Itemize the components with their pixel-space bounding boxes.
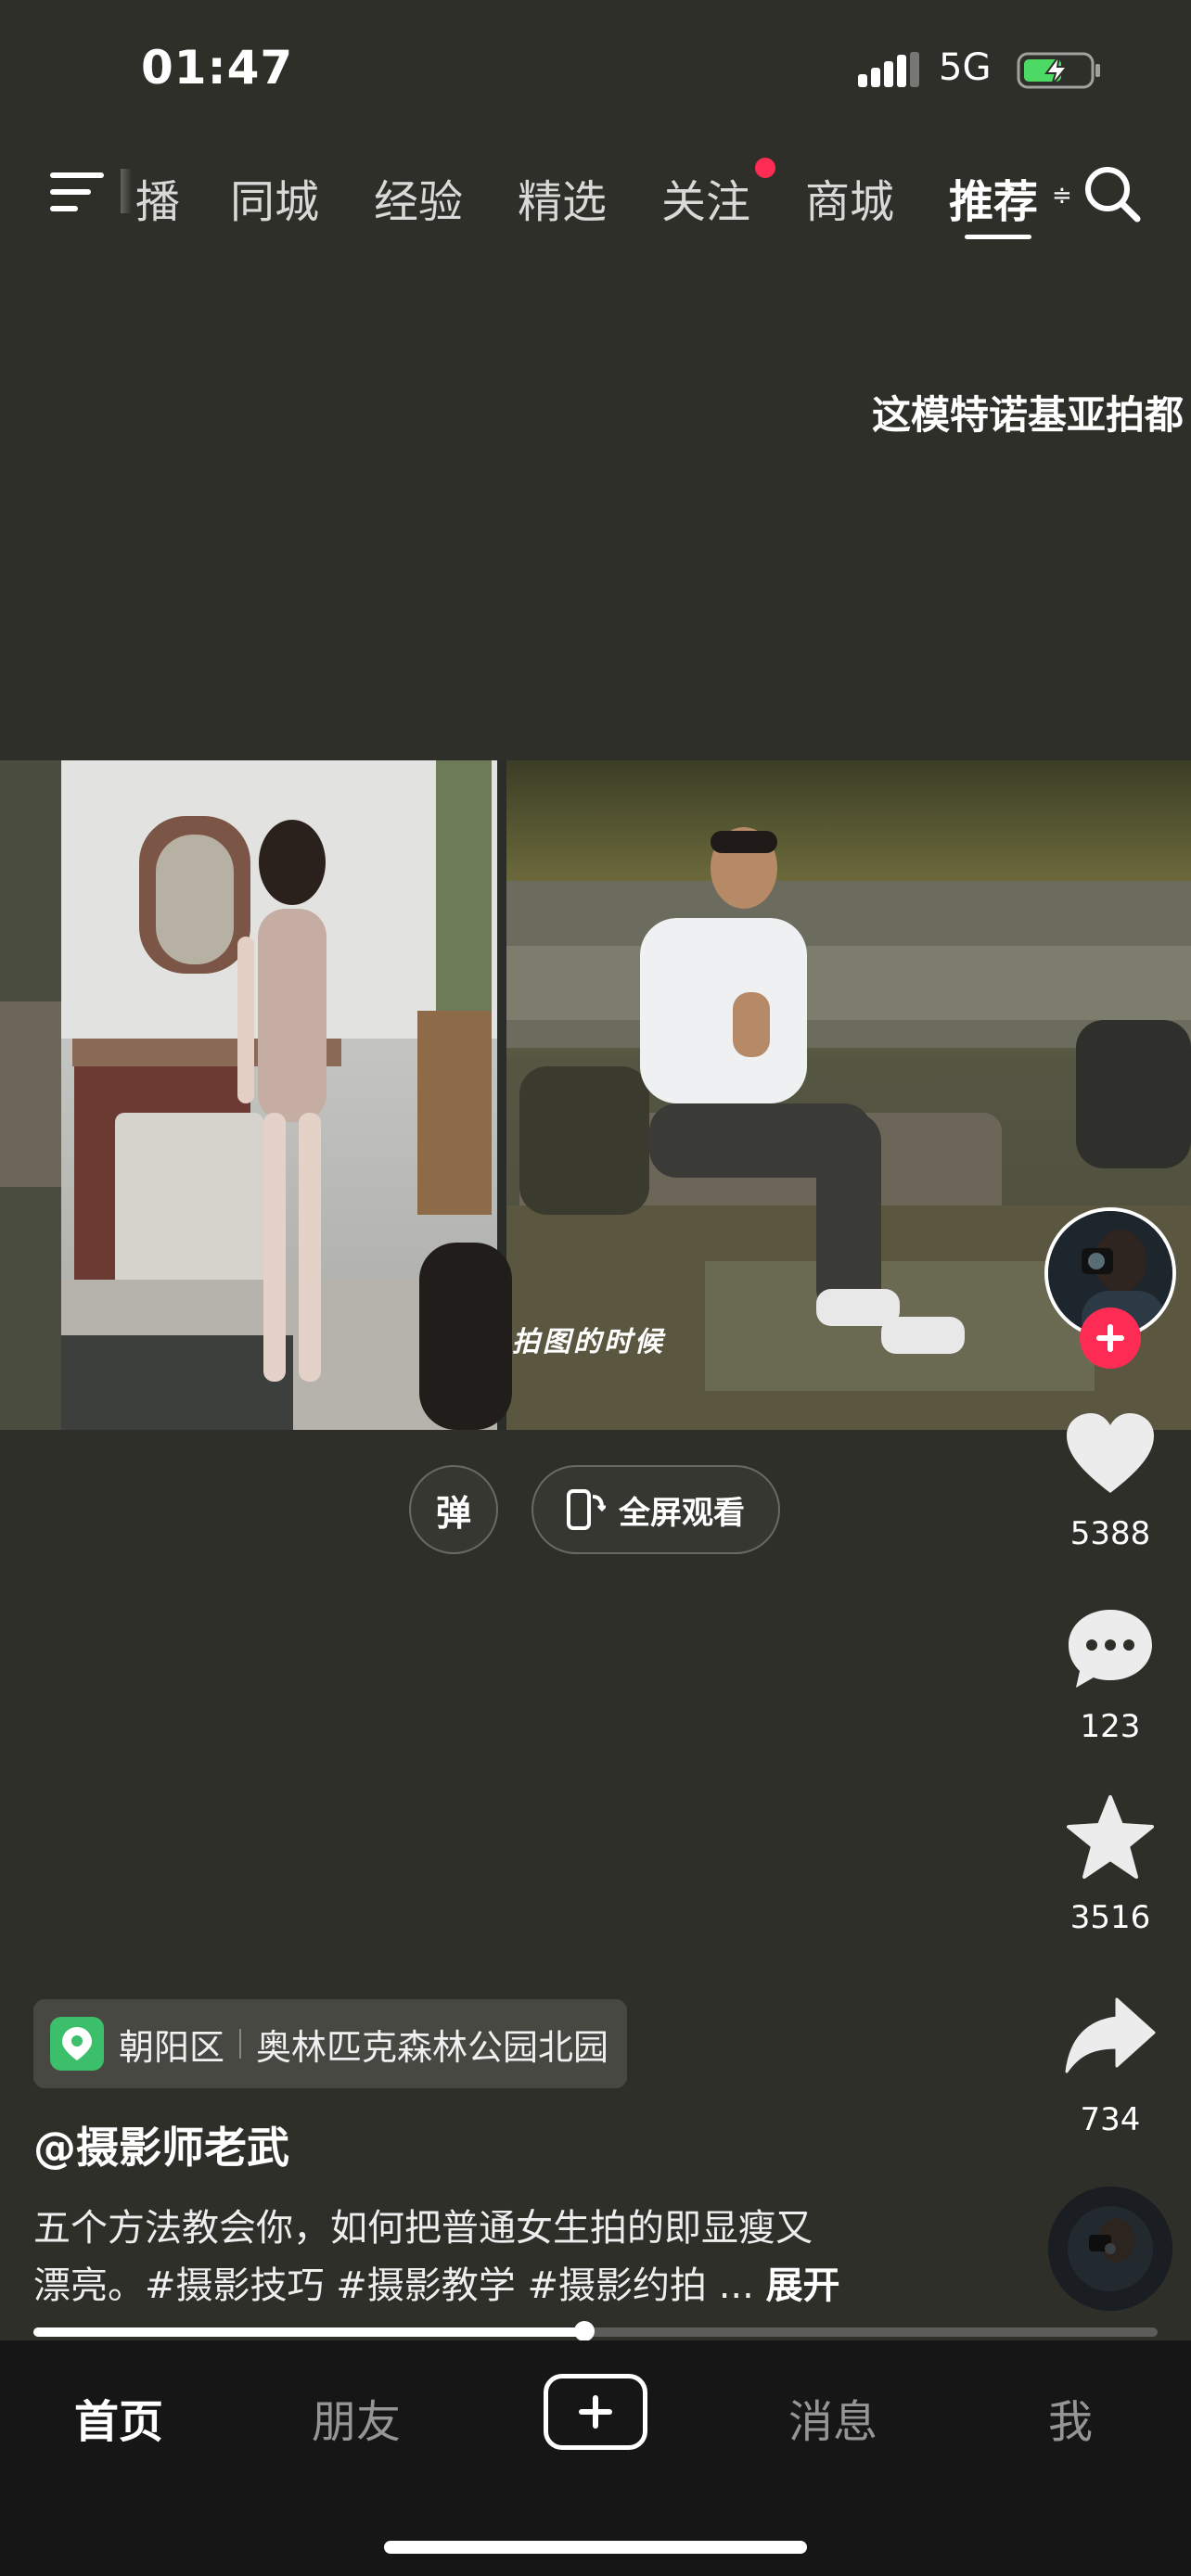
- tab-mall[interactable]: 商城: [805, 165, 894, 230]
- active-tab-underline: [965, 235, 1031, 239]
- fullscreen-button[interactable]: 全屏观看: [531, 1465, 780, 1554]
- fullscreen-label: 全屏观看: [619, 1494, 745, 1532]
- location-pin-icon: [50, 2017, 104, 2071]
- location-separator: [239, 2029, 242, 2059]
- rotate-screen-icon: [567, 1489, 606, 1530]
- video-progress-fill: [33, 2327, 584, 2337]
- status-time: 01:47: [141, 41, 294, 95]
- like-count: 5388: [1069, 1515, 1151, 1552]
- tab-live[interactable]: 播: [135, 165, 180, 230]
- tab-messages[interactable]: 消息: [749, 2385, 916, 2450]
- share-arrow-icon[interactable]: [1063, 1994, 1158, 2083]
- tab-experience[interactable]: 经验: [374, 165, 463, 230]
- following-notification-dot: [755, 158, 775, 178]
- network-type: 5G: [939, 46, 992, 89]
- follow-author-button[interactable]: [1080, 1307, 1141, 1369]
- like-heart-icon[interactable]: [1063, 1409, 1158, 1498]
- tab-friends[interactable]: 朋友: [273, 2385, 440, 2450]
- tab-me[interactable]: 我: [987, 2385, 1154, 2450]
- comment-icon[interactable]: [1063, 1604, 1158, 1693]
- search-icon[interactable]: [1082, 163, 1143, 224]
- danmaku-toggle-button[interactable]: 弹: [409, 1465, 498, 1554]
- video-caption-line2: 漂亮。#摄影技巧 #摄影教学 #摄影约拍 ... 展开: [33, 2255, 840, 2309]
- favorite-star-icon[interactable]: [1063, 1793, 1158, 1882]
- music-disc-cover: [1048, 2187, 1172, 2311]
- tab-following[interactable]: 关注: [661, 165, 750, 230]
- tab-nearby[interactable]: 同城: [230, 165, 319, 230]
- video-caption-line1: 五个方法教会你，如何把普通女生拍的即显瘦又: [33, 2207, 813, 2250]
- author-handle[interactable]: @摄影师老武: [33, 2114, 289, 2175]
- location-district: 朝阳区: [119, 2026, 225, 2068]
- tab-scroll-fade: [121, 169, 132, 213]
- plus-icon: [579, 2395, 612, 2429]
- video-progress-bar[interactable]: [33, 2327, 1158, 2337]
- expand-caption-button[interactable]: 展开: [766, 2264, 840, 2307]
- danmaku-text: 这模特诺基亚拍都: [872, 392, 1185, 438]
- tab-overflow-indicator: ≑: [1052, 182, 1072, 210]
- create-video-button[interactable]: [544, 2374, 647, 2450]
- comment-count: 123: [1080, 1708, 1141, 1745]
- battery-icon: [1017, 52, 1100, 89]
- menu-icon[interactable]: [48, 169, 108, 215]
- tab-featured[interactable]: 精选: [518, 165, 607, 230]
- video-subtitle: 拍图的时候: [512, 1326, 665, 1358]
- favorite-count: 3516: [1069, 1899, 1151, 1936]
- location-place: 奥林匹克森林公园北园: [256, 2026, 609, 2068]
- share-count: 734: [1080, 2101, 1141, 2138]
- signal-icon: [858, 52, 919, 87]
- music-disc[interactable]: [1048, 2187, 1172, 2311]
- danmaku-label: 弹: [435, 1492, 471, 1534]
- location-tag[interactable]: 朝阳区 奥林匹克森林公园北园: [33, 1999, 628, 2088]
- video-progress-knob[interactable]: [573, 2321, 595, 2341]
- home-indicator: [384, 2541, 807, 2554]
- tab-home[interactable]: 首页: [35, 2385, 202, 2450]
- video-caption-line2-text: 漂亮。#摄影技巧 #摄影教学 #摄影约拍 ...: [33, 2264, 754, 2307]
- plus-icon: [1096, 1324, 1124, 1352]
- tab-recommend[interactable]: 推荐: [949, 165, 1038, 230]
